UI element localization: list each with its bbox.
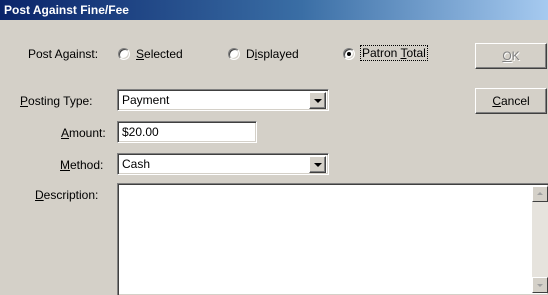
title-bar[interactable]: Post Against Fine/Fee: [0, 0, 548, 20]
radio-displayed-circle[interactable]: [228, 48, 241, 61]
amount-value: $20.00: [122, 125, 159, 139]
radio-selected-circle[interactable]: [118, 48, 131, 61]
description-textarea[interactable]: [117, 183, 548, 295]
posting-type-select[interactable]: Payment: [117, 89, 329, 111]
posting-type-label: Posting Type:: [20, 94, 93, 108]
radio-patron-total-label[interactable]: Patron Total: [360, 45, 428, 61]
radio-patron-total-circle[interactable]: [343, 48, 356, 61]
dropdown-arrow-icon: [314, 99, 322, 103]
radio-selected-label[interactable]: Selected: [136, 47, 183, 61]
cancel-button[interactable]: Cancel: [475, 88, 547, 114]
scroll-up-button[interactable]: [532, 186, 548, 202]
scroll-down-icon: [537, 284, 543, 287]
method-label: Method:: [60, 158, 104, 172]
method-select[interactable]: Cash: [117, 153, 329, 175]
posting-type-dropdown-button[interactable]: [309, 92, 326, 109]
radio-displayed-label[interactable]: Displayed: [246, 47, 299, 61]
radio-checked-dot: [347, 52, 351, 56]
amount-input[interactable]: $20.00: [117, 121, 257, 143]
scroll-up-icon: [537, 192, 543, 195]
dropdown-arrow-icon: [314, 163, 322, 167]
method-dropdown-button[interactable]: [309, 156, 326, 173]
description-label: Description:: [35, 188, 99, 202]
posting-type-value: Payment: [122, 93, 170, 107]
amount-label: Amount:: [61, 126, 106, 140]
scroll-down-button[interactable]: [532, 277, 548, 293]
ok-button[interactable]: OK: [475, 43, 547, 69]
post-against-label: Post Against:: [28, 47, 99, 61]
description-scrollbar[interactable]: [532, 186, 548, 293]
method-value: Cash: [122, 157, 151, 171]
window-title: Post Against Fine/Fee: [4, 3, 129, 17]
